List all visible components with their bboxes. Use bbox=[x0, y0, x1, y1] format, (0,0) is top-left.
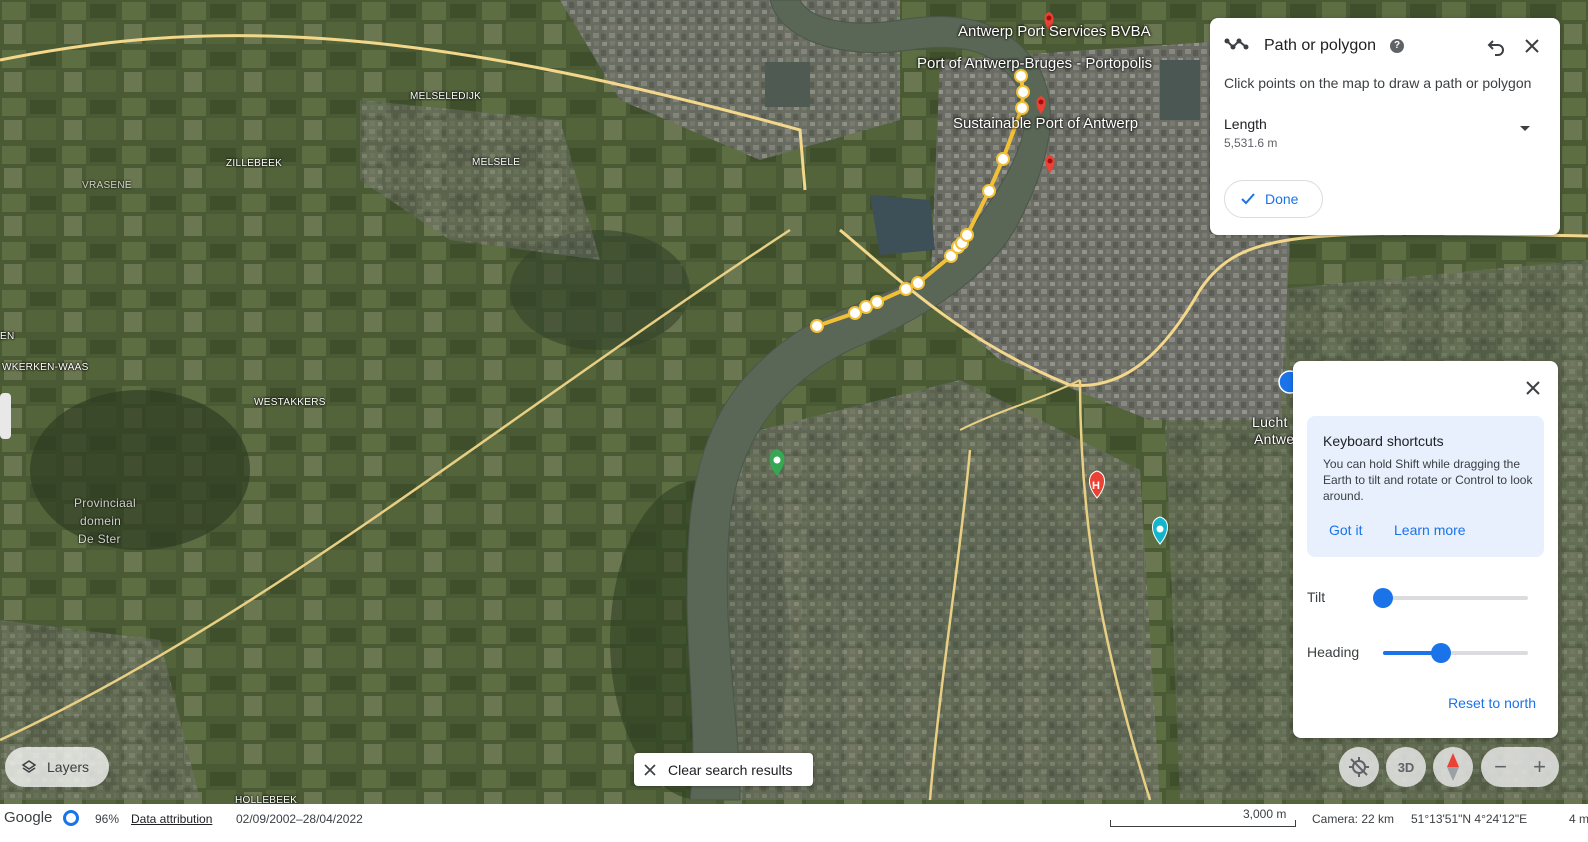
undo-icon[interactable] bbox=[1484, 34, 1508, 58]
status-bar: Google 96% Data attribution 02/09/2002–2… bbox=[0, 804, 1588, 842]
place-label-domein: domein bbox=[80, 514, 122, 528]
place-label-wkerken: WKERKEN-WAAS bbox=[2, 362, 89, 373]
place-label-melsele: MELSELE bbox=[472, 157, 521, 168]
compass-icon bbox=[1447, 753, 1459, 781]
keyboard-shortcuts-card: Keyboard shortcuts You can hold Shift wh… bbox=[1307, 416, 1544, 557]
heading-slider-thumb[interactable] bbox=[1431, 643, 1451, 663]
chevron-down-icon[interactable] bbox=[1520, 126, 1530, 131]
path-icon bbox=[1224, 36, 1250, 57]
tilt-label: Tilt bbox=[1307, 589, 1326, 605]
close-icon[interactable] bbox=[1522, 377, 1544, 399]
svg-text:H: H bbox=[1092, 480, 1100, 492]
load-percent: 96% bbox=[95, 812, 120, 826]
place-label-de-ster: De Ster bbox=[78, 532, 121, 546]
cursor-coordinates: 51°13'51"N 4°24'12"E bbox=[1411, 812, 1528, 826]
close-icon[interactable] bbox=[1520, 34, 1544, 58]
place-label-lucht: Lucht bbox=[1252, 414, 1288, 430]
side-panel-handle bbox=[0, 393, 11, 439]
compass-button[interactable] bbox=[1433, 747, 1473, 787]
shortcuts-body: You can hold Shift while dragging the Ea… bbox=[1323, 457, 1533, 503]
layers-label: Layers bbox=[47, 759, 90, 775]
length-label: Length bbox=[1224, 116, 1267, 132]
done-button[interactable]: Done bbox=[1224, 180, 1323, 218]
length-value: 5,531.6 m bbox=[1224, 136, 1278, 150]
path-panel-title: Path or polygon bbox=[1264, 37, 1377, 54]
imagery-date-range: 02/09/2002–28/04/2022 bbox=[236, 812, 363, 826]
tilt-slider[interactable] bbox=[1373, 588, 1528, 608]
heading-label: Heading bbox=[1307, 644, 1360, 660]
navigation-panel: Keyboard shortcuts You can hold Shift wh… bbox=[1293, 361, 1558, 738]
zoom-in-button[interactable]: + bbox=[1533, 754, 1546, 780]
check-icon bbox=[1241, 193, 1255, 205]
close-icon bbox=[644, 763, 656, 776]
poi-label-portopolis[interactable]: Port of Antwerp-Bruges - Portopolis bbox=[917, 55, 1152, 72]
zoom-out-button[interactable]: − bbox=[1494, 754, 1507, 780]
clear-search-results-button[interactable]: Clear search results bbox=[634, 753, 813, 786]
loading-ring-icon bbox=[63, 810, 79, 826]
layers-button[interactable]: Layers bbox=[5, 747, 109, 787]
heading-slider[interactable] bbox=[1383, 643, 1528, 663]
poi-label-sustainable-port[interactable]: Sustainable Port of Antwerp bbox=[953, 115, 1138, 132]
done-button-label: Done bbox=[1265, 191, 1299, 207]
zoom-controls: − + bbox=[1481, 747, 1559, 787]
place-label-westakkers: WESTAKKERS bbox=[254, 397, 326, 408]
elevation: 4 m bbox=[1569, 812, 1588, 826]
path-panel-header: Path or polygon ? bbox=[1224, 34, 1548, 58]
place-label-en: EN bbox=[0, 331, 15, 342]
place-label-zillebeek: ZILLEBEEK bbox=[226, 158, 283, 169]
got-it-button[interactable]: Got it bbox=[1329, 522, 1362, 538]
place-label-vrasene: VRASENE bbox=[82, 180, 132, 191]
clear-search-label: Clear search results bbox=[668, 761, 793, 778]
scale-label: 3,000 m bbox=[1243, 807, 1287, 821]
google-logo: Google bbox=[4, 809, 53, 826]
place-label-provinciaal: Provinciaal bbox=[74, 496, 136, 510]
data-attribution-link[interactable]: Data attribution bbox=[131, 812, 212, 826]
camera-altitude: Camera: 22 km bbox=[1312, 812, 1395, 826]
path-hint-text: Click points on the map to draw a path o… bbox=[1224, 75, 1532, 91]
tilt-slider-thumb[interactable] bbox=[1373, 588, 1393, 608]
path-measure-panel: Path or polygon ? Click points on the ma… bbox=[1210, 18, 1560, 235]
layers-icon bbox=[21, 760, 37, 773]
location-off-icon bbox=[1349, 757, 1369, 777]
help-icon[interactable]: ? bbox=[1390, 39, 1405, 53]
place-label-melseledijk: MELSELEDIJK bbox=[410, 91, 482, 102]
place-label-antwe: Antwe bbox=[1254, 431, 1295, 447]
3d-toggle-button[interactable]: 3D bbox=[1386, 747, 1426, 787]
reset-to-north-button[interactable]: Reset to north bbox=[1448, 695, 1536, 711]
learn-more-link[interactable]: Learn more bbox=[1394, 522, 1466, 538]
recenter-button[interactable] bbox=[1339, 747, 1379, 787]
scale-bar[interactable] bbox=[1110, 820, 1296, 827]
poi-label-port-services[interactable]: Antwerp Port Services BVBA bbox=[958, 23, 1151, 40]
shortcuts-title: Keyboard shortcuts bbox=[1323, 433, 1444, 449]
